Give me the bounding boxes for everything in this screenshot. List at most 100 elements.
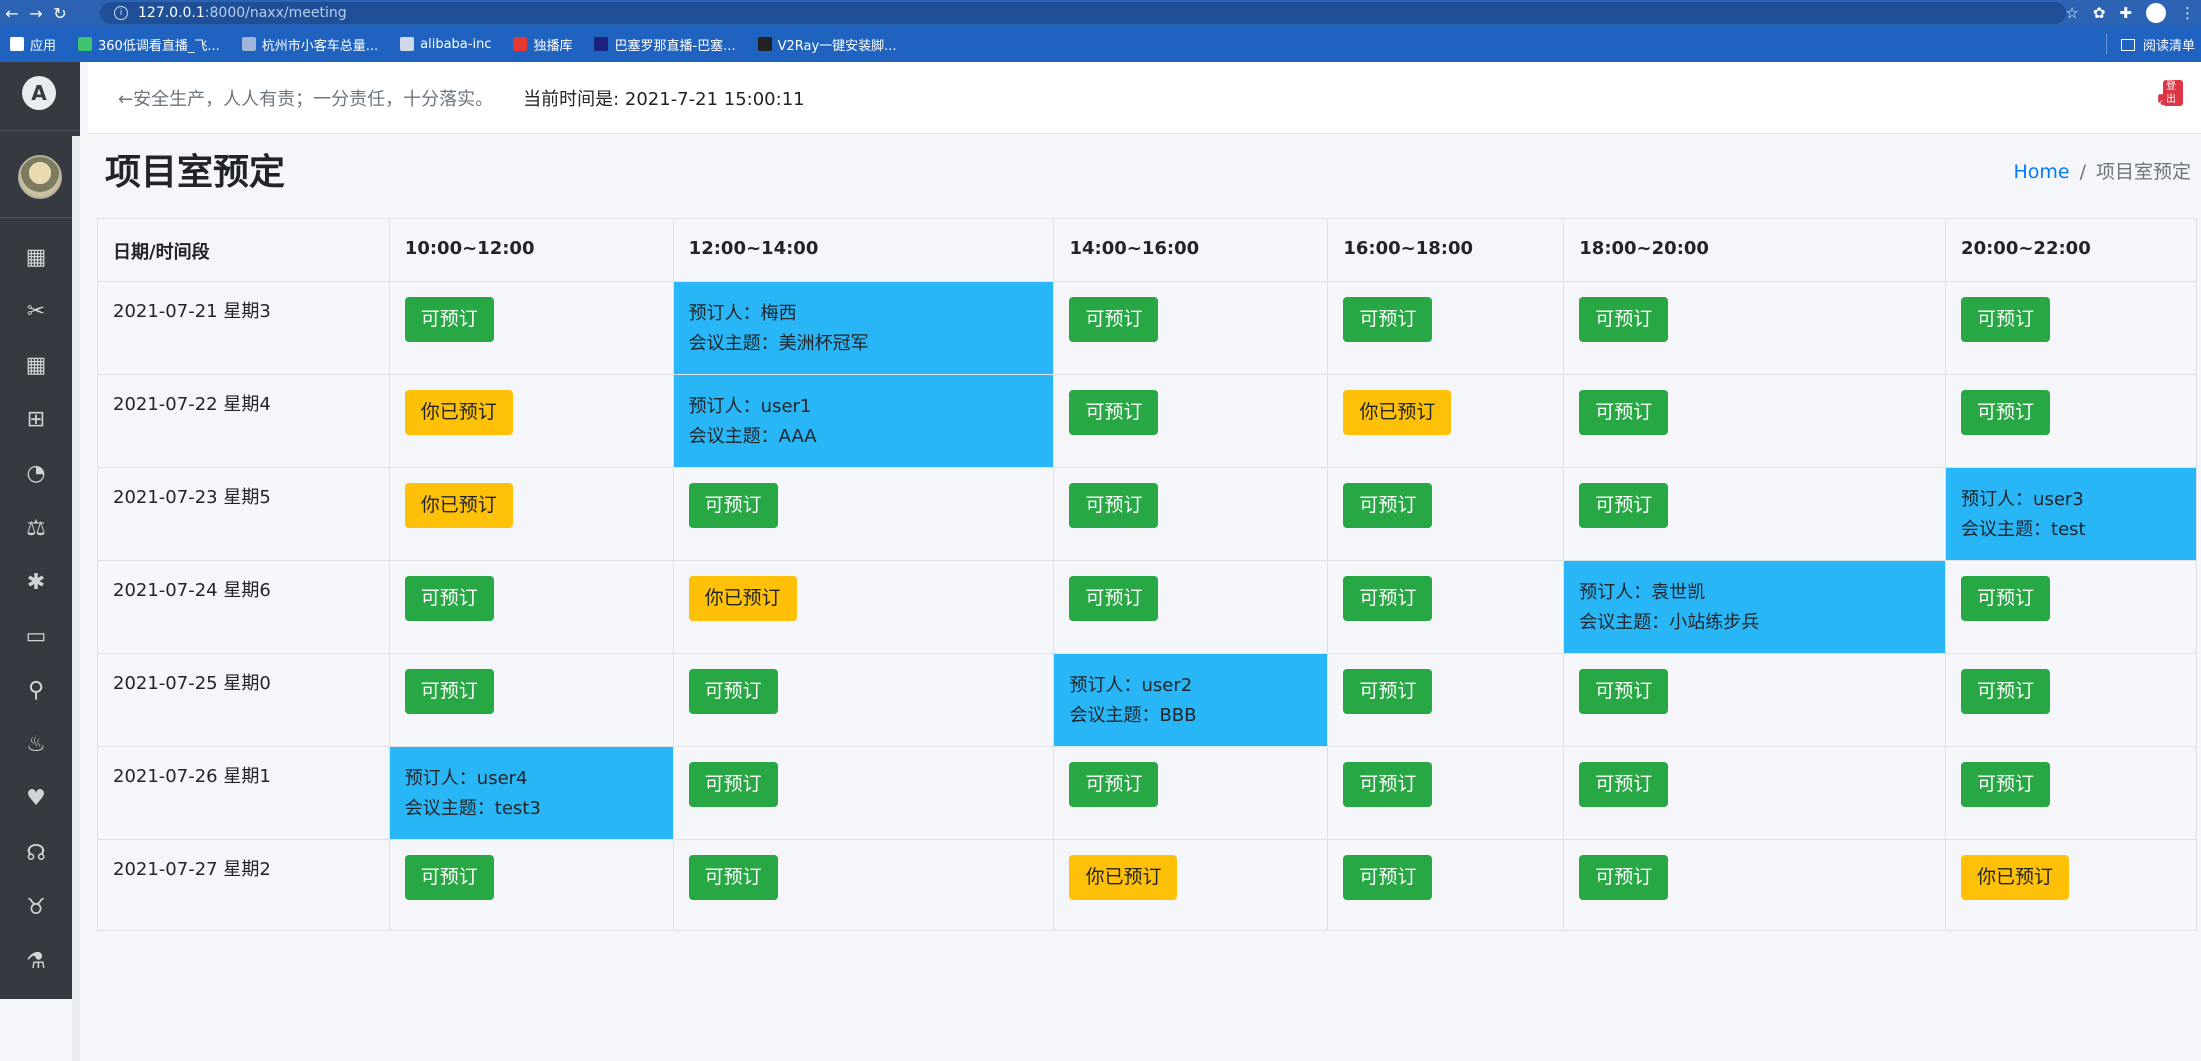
book-button[interactable]: 可预订 — [1961, 669, 2051, 714]
book-button[interactable]: 可预订 — [1069, 576, 1159, 621]
booked-slot: 预订人：user1 会议主题：AAA — [672, 374, 1055, 468]
my-booking-button[interactable]: 你已预订 — [1961, 855, 2070, 900]
inbox-icon[interactable]: ▭ — [0, 609, 72, 663]
grid-icon[interactable]: ▦ — [0, 338, 72, 392]
bookmark-item[interactable]: V2Ray一键安装脚... — [757, 35, 897, 54]
book-button[interactable]: 可预订 — [1579, 762, 1669, 807]
breadcrumb-separator: / — [2079, 161, 2086, 183]
book-button[interactable]: 可预订 — [1343, 297, 1433, 342]
bookmark-item[interactable]: alibaba-inc — [400, 37, 491, 52]
date-cell: 2021-07-22 星期4 — [97, 374, 390, 468]
safety-slogan[interactable]: ←安全生产，人人有责；一分责任，十分落实。 — [118, 85, 493, 111]
slot-cell: 可预订 — [1327, 281, 1565, 375]
profile-avatar[interactable] — [2146, 3, 2166, 23]
column-header: 日期/时间段 — [97, 218, 390, 282]
bookmark-icon — [513, 37, 528, 51]
balance-scale-icon[interactable]: ⚖ — [0, 501, 72, 555]
heartbeat-icon[interactable]: ♥ — [0, 772, 72, 826]
extension-icon[interactable]: ✿ — [2093, 4, 2106, 22]
fire-icon[interactable]: ♨ — [0, 718, 72, 772]
book-button[interactable]: 可预订 — [404, 576, 494, 621]
book-button[interactable]: 可预订 — [404, 297, 494, 342]
booker-text: 预订人：user4 — [404, 768, 528, 789]
binoculars-icon[interactable]: ⚲ — [0, 664, 72, 718]
book-button[interactable]: 可预订 — [688, 762, 778, 807]
breadcrumb-home[interactable]: Home — [2013, 161, 2069, 183]
bookmark-item[interactable]: 巴塞罗那直播-巴塞... — [594, 35, 736, 54]
plus-square-icon[interactable]: ⊞ — [0, 393, 72, 447]
my-booking-button[interactable]: 你已预订 — [404, 390, 513, 435]
book-button[interactable]: 可预订 — [688, 483, 778, 528]
book-button[interactable]: 可预订 — [1069, 483, 1159, 528]
book-button[interactable]: 可预订 — [1069, 390, 1159, 435]
book-button[interactable]: 可预订 — [1343, 669, 1433, 714]
booked-slot: 预订人：user4 会议主题：test3 — [388, 746, 674, 840]
book-button[interactable]: 可预订 — [1069, 297, 1159, 342]
column-header: 20:00~22:00 — [1945, 218, 2197, 282]
address-bar[interactable]: i 127.0.0.1:8000/naxx/meeting — [100, 2, 2066, 24]
my-booking-button[interactable]: 你已预订 — [688, 576, 797, 621]
bookmark-item[interactable]: 360低调看直播_飞... — [78, 35, 220, 54]
bookmark-item[interactable]: 应用 — [10, 35, 56, 54]
slot-cell: 可预订 — [388, 653, 674, 747]
book-button[interactable]: 可预订 — [1961, 576, 2051, 621]
table-row: 2021-07-25 星期0 可预订 可预订 预订人：user2 会议主题：BBB 可预订… — [97, 653, 2197, 747]
book-button[interactable]: 可预订 — [1961, 762, 2051, 807]
bookmark-item[interactable]: 杭州市小客车总量... — [241, 35, 378, 54]
slot-cell: 你已预订 — [388, 467, 674, 561]
brand-logo[interactable]: A — [22, 76, 56, 110]
book-button[interactable]: 可预订 — [1579, 483, 1669, 528]
bug-icon[interactable]: ✱ — [0, 555, 72, 609]
reading-list[interactable]: 阅读清单 — [2120, 35, 2195, 54]
current-time: 当前时间是: 2021-7-21 15:00:11 — [523, 88, 805, 110]
book-button[interactable]: 可预订 — [1343, 576, 1433, 621]
avatar[interactable] — [18, 155, 62, 199]
logout-button[interactable]: ⛟ 登出 — [2157, 80, 2183, 109]
reload-icon[interactable]: ↻ — [48, 4, 72, 23]
book-button[interactable]: 可预订 — [1579, 669, 1669, 714]
book-button[interactable]: 可预订 — [1343, 483, 1433, 528]
book-button[interactable]: 可预订 — [1579, 297, 1669, 342]
bookmark-label: 360低调看直播_飞... — [98, 38, 220, 54]
book-button[interactable]: 可预订 — [404, 669, 494, 714]
book-button[interactable]: 可预订 — [688, 855, 778, 900]
scrollbar[interactable] — [72, 136, 80, 1061]
calendar-icon[interactable]: ▦ — [0, 230, 72, 284]
star-icon[interactable]: ☆ — [2065, 4, 2078, 22]
slot-cell: 可预订 — [1053, 746, 1329, 840]
breadcrumb-current: 项目室预定 — [2095, 161, 2191, 183]
logout-badge: 登出 — [2163, 80, 2183, 106]
book-button[interactable]: 可预订 — [1961, 390, 2051, 435]
book-button[interactable]: 可预订 — [1579, 855, 1669, 900]
headphones-icon[interactable]: ☊ — [0, 826, 72, 880]
slot-cell: 可预订 — [1053, 281, 1329, 375]
slot-cell: 可预订 — [388, 281, 674, 375]
flask-icon[interactable]: ⚗ — [0, 934, 72, 988]
my-booking-button[interactable]: 你已预订 — [404, 483, 513, 528]
piggy-bank-icon[interactable]: ♉ — [0, 880, 72, 934]
scissors-icon[interactable]: ✂ — [0, 284, 72, 338]
book-button[interactable]: 可预订 — [1579, 390, 1669, 435]
date-cell: 2021-07-26 星期1 — [97, 746, 390, 840]
back-icon[interactable]: ← — [0, 4, 24, 23]
book-button[interactable]: 可预订 — [1069, 762, 1159, 807]
my-booking-button[interactable]: 你已预订 — [1069, 855, 1178, 900]
menu-icon[interactable]: ⋮ — [2180, 4, 2195, 22]
book-button[interactable]: 可预订 — [1343, 762, 1433, 807]
bookmark-label: 独播库 — [533, 38, 573, 54]
dashboard-icon[interactable]: ◔ — [0, 447, 72, 501]
booker-text: 预订人：袁世凯 — [1579, 582, 1706, 603]
forward-icon[interactable]: → — [24, 4, 48, 23]
bookmark-item[interactable]: 独播库 — [513, 35, 572, 54]
book-button[interactable]: 可预订 — [404, 855, 494, 900]
puzzle-icon[interactable]: ✚ — [2119, 4, 2132, 22]
info-icon[interactable]: i — [114, 6, 128, 20]
book-button[interactable]: 可预订 — [688, 669, 778, 714]
topic-text: 会议主题：test — [1961, 519, 2086, 540]
my-booking-button[interactable]: 你已预订 — [1343, 390, 1452, 435]
booked-slot: 预订人：袁世凯 会议主题：小站练步兵 — [1563, 560, 1947, 654]
divider — [2106, 34, 2107, 54]
book-button[interactable]: 可预订 — [1961, 297, 2051, 342]
booked-slot: 预订人：梅西 会议主题：美洲杯冠军 — [672, 281, 1055, 375]
book-button[interactable]: 可预订 — [1343, 855, 1433, 900]
